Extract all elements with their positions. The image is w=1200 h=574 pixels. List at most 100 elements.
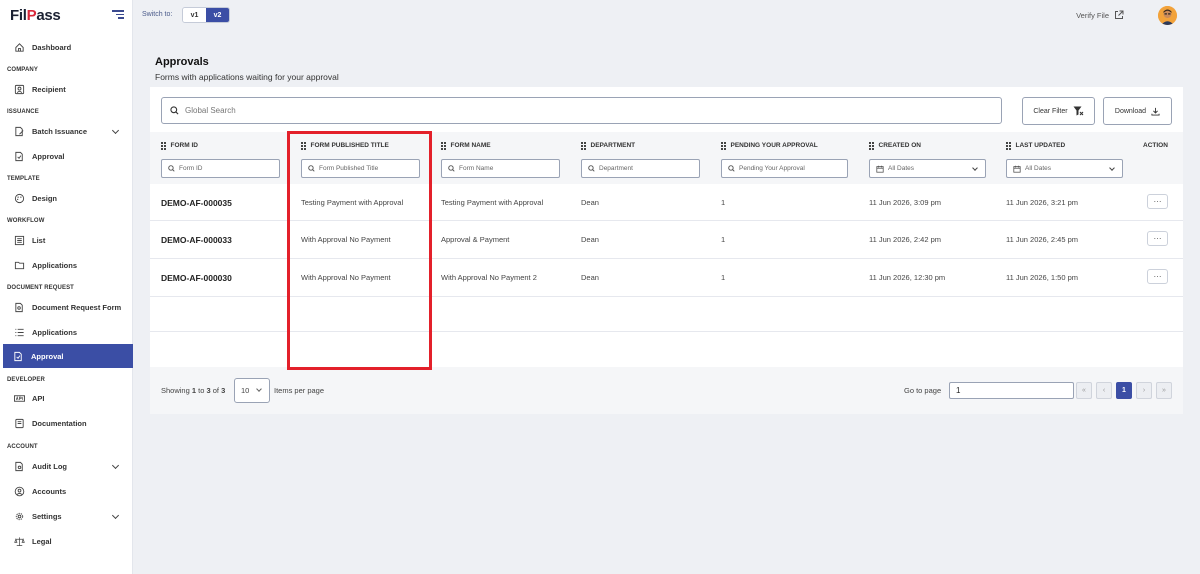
section-issuance: ISSUANCE [7, 109, 39, 115]
cell-department: Dean [581, 235, 599, 244]
cell-pending-approval: 1 [721, 198, 726, 207]
filter-department-input[interactable]: Department [581, 159, 700, 178]
cell-last-updated: 11 Jun 2026, 1:50 pm [1006, 273, 1078, 282]
collapse-sidebar-icon[interactable] [112, 10, 124, 20]
cell-created-on: 11 Jun 2026, 3:09 pm [869, 198, 941, 207]
column-header-form-name[interactable]: FORM NAME [441, 142, 491, 150]
page-title: Approvals [155, 56, 209, 68]
cell-form-name: Testing Payment with Approval [441, 198, 544, 207]
cell-form-name: With Approval No Payment 2 [441, 273, 537, 282]
document-search-icon [14, 302, 25, 313]
sidebar-item-api[interactable]: API [4, 386, 132, 410]
table-row[interactable]: DEMO-AF-000033 With Approval No Payment … [150, 221, 1183, 259]
sidebar-item-applications-request[interactable]: Applications [4, 320, 132, 344]
sidebar-item-settings[interactable]: Settings [4, 504, 132, 528]
row-action-menu-button[interactable]: ··· [1147, 231, 1168, 246]
showing-summary: Showing 1 to 3 of 3 [161, 386, 226, 395]
filter-form-published-title-input[interactable]: Form Published Title [301, 159, 420, 178]
drag-handle-icon[interactable] [581, 142, 586, 150]
sidebar-item-accounts[interactable]: Accounts [4, 479, 132, 503]
column-header-pending-approval[interactable]: PENDING YOUR APPROVAL [721, 142, 818, 150]
search-icon [728, 165, 735, 172]
drag-handle-icon[interactable] [1006, 142, 1011, 150]
download-button[interactable]: Download [1103, 97, 1172, 125]
items-per-page-select[interactable]: 10 [234, 378, 270, 403]
global-search-input[interactable]: Global Search [161, 97, 1002, 124]
column-header-form-id[interactable]: FORM ID [161, 142, 198, 150]
sidebar-item-recipient[interactable]: Recipient [4, 77, 132, 101]
api-icon [14, 393, 25, 404]
cell-last-updated: 11 Jun 2026, 2:45 pm [1006, 235, 1078, 244]
chevron-down-icon [1109, 165, 1115, 171]
page-1-button[interactable]: 1 [1116, 382, 1132, 399]
drag-handle-icon[interactable] [869, 142, 874, 150]
cell-department: Dean [581, 198, 599, 207]
version-v1-button[interactable]: v1 [183, 8, 206, 22]
filter-form-name-input[interactable]: Form Name [441, 159, 560, 178]
verify-file-link[interactable]: Verify File [1076, 10, 1124, 20]
filter-created-on-select[interactable]: All Dates [869, 159, 986, 178]
drag-handle-icon[interactable] [301, 142, 306, 150]
next-page-button[interactable]: › [1136, 382, 1152, 399]
sidebar-item-design[interactable]: Design [4, 186, 132, 210]
chevron-down-icon [256, 386, 262, 392]
cell-form-id: DEMO-AF-000030 [161, 273, 232, 283]
search-icon [170, 106, 179, 115]
cell-created-on: 11 Jun 2026, 12:30 pm [869, 273, 946, 282]
filter-last-updated-select[interactable]: All Dates [1006, 159, 1123, 178]
switch-label: Switch to: [142, 11, 173, 18]
filter-pending-approval-input[interactable]: Pending Your Approval [721, 159, 848, 178]
sidebar-item-document-request-form[interactable]: Document Request Form [4, 295, 132, 319]
sidebar-item-applications-workflow[interactable]: Applications [4, 253, 132, 277]
first-page-button[interactable]: « [1076, 382, 1092, 399]
last-page-button[interactable]: » [1156, 382, 1172, 399]
sidebar-item-list[interactable]: List [4, 228, 132, 252]
drag-handle-icon[interactable] [721, 142, 726, 150]
go-to-page-input[interactable]: 1 [949, 382, 1074, 399]
sidebar-item-approval-request[interactable]: Approval [3, 344, 133, 368]
cell-form-name: Approval & Payment [441, 235, 510, 244]
sidebar-item-legal[interactable]: Legal [4, 529, 132, 553]
sidebar-item-audit-log[interactable]: Audit Log [4, 454, 132, 478]
user-card-icon [14, 84, 25, 95]
row-action-menu-button[interactable]: ··· [1147, 194, 1168, 209]
filter-form-id-input[interactable]: Form ID [161, 159, 280, 178]
cell-form-id: DEMO-AF-000035 [161, 198, 232, 208]
column-header-action: ACTION [1143, 142, 1168, 149]
column-header-form-published-title[interactable]: FORM PUBLISHED TITLE [301, 142, 389, 150]
sidebar-item-approval-issuance[interactable]: Approval [4, 144, 132, 168]
drag-handle-icon[interactable] [161, 142, 166, 150]
scale-icon [14, 536, 25, 547]
version-switch: v1 v2 [182, 7, 230, 23]
go-to-page-label: Go to page [904, 386, 942, 395]
sidebar-item-dashboard[interactable]: Dashboard [4, 35, 132, 59]
chevron-down-icon [111, 461, 120, 470]
user-avatar[interactable] [1158, 6, 1177, 25]
empty-row [150, 297, 1183, 332]
items-per-page-label: Items per page [274, 386, 325, 395]
folder-icon [14, 260, 25, 271]
search-icon [168, 165, 175, 172]
version-v2-button[interactable]: v2 [206, 8, 229, 22]
sidebar-item-batch-issuance[interactable]: Batch Issuance [4, 119, 132, 143]
column-header-department[interactable]: DEPARTMENT [581, 142, 635, 150]
sidebar-item-documentation[interactable]: Documentation [4, 411, 132, 435]
calendar-icon [876, 165, 884, 173]
table-row[interactable]: DEMO-AF-000030 With Approval No Payment … [150, 259, 1183, 297]
approvals-table-card: Global Search Clear Filter Download FORM… [150, 87, 1183, 414]
row-action-menu-button[interactable]: ··· [1147, 269, 1168, 284]
section-account: ACCOUNT [7, 444, 38, 450]
column-header-last-updated[interactable]: LAST UPDATED [1006, 142, 1065, 150]
table-row[interactable]: DEMO-AF-000035 Testing Payment with Appr… [150, 184, 1183, 221]
filpass-logo[interactable]: FilPass [10, 7, 61, 24]
topbar: Switch to: v1 v2 Verify File [133, 0, 1200, 30]
prev-page-button[interactable]: ‹ [1096, 382, 1112, 399]
cell-form-published-title: With Approval No Payment [301, 273, 391, 282]
drag-handle-icon[interactable] [441, 142, 446, 150]
column-header-created-on[interactable]: CREATED ON [869, 142, 921, 150]
cell-pending-approval: 1 [721, 273, 726, 282]
user-circle-icon [14, 486, 25, 497]
clear-filter-button[interactable]: Clear Filter [1022, 97, 1095, 125]
cell-form-published-title: With Approval No Payment [301, 235, 391, 244]
gear-icon [14, 511, 25, 522]
